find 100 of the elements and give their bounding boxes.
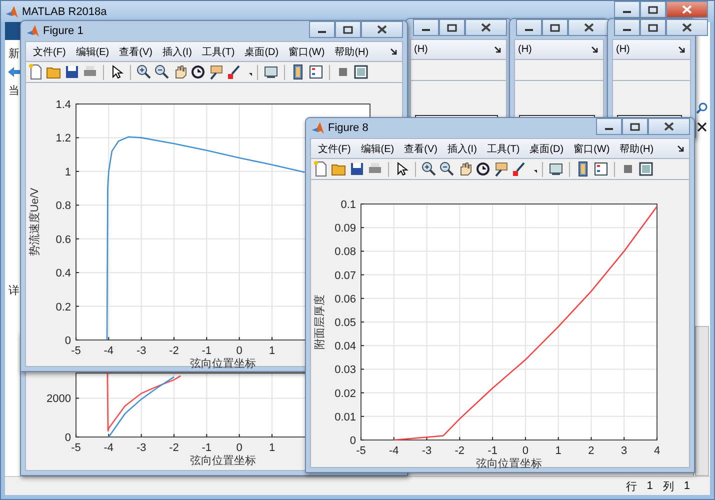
close-icon[interactable] [697, 122, 707, 132]
close-button[interactable] [465, 19, 507, 36]
minimize-button[interactable] [413, 19, 439, 36]
new-file-icon[interactable] [28, 64, 44, 80]
menu-item[interactable]: 窗口(W) [284, 44, 330, 58]
minimize-button[interactable] [614, 1, 640, 18]
window-icon[interactable] [638, 161, 654, 177]
tick-label: 0.8 [56, 200, 71, 212]
monitor-icon[interactable] [548, 161, 564, 177]
tick-label: 0 [64, 335, 71, 347]
menu-item[interactable]: 插入(I) [442, 142, 482, 156]
menu-item[interactable]: 桌面(D) [240, 44, 284, 58]
menu-item[interactable]: 查看(V) [114, 44, 158, 58]
data-cursor-icon[interactable] [493, 161, 509, 177]
tick-label: 0.1 [340, 199, 356, 211]
menu-item[interactable]: 帮助(H) [330, 44, 374, 58]
scrollbar[interactable] [695, 326, 709, 476]
menu-item[interactable]: 文件(F) [313, 142, 356, 156]
y-axis-label: 势流速度Ue/V [29, 188, 41, 256]
tick-label: -2 [169, 345, 179, 357]
tick-label: -1 [488, 445, 498, 457]
window-icon[interactable] [353, 64, 369, 80]
tick-label: 0 [64, 432, 71, 444]
close-button[interactable] [666, 19, 708, 36]
close-icon [682, 23, 692, 32]
legend-icon[interactable] [593, 161, 609, 177]
window-title: Figure 1 [43, 25, 84, 37]
menu-item[interactable]: 插入(I) [157, 44, 197, 58]
data-cursor-icon[interactable] [208, 64, 224, 80]
zoom-in-icon[interactable] [421, 161, 437, 177]
menu-item[interactable]: 帮助(H) [614, 142, 659, 156]
tick-label: 1.2 [56, 132, 71, 145]
tick-label: -1 [202, 345, 212, 357]
rotate-icon[interactable] [190, 64, 206, 80]
menu-overflow-icon[interactable] [591, 46, 599, 54]
maximize-button[interactable] [622, 118, 648, 135]
menu-item[interactable]: 工具(T) [482, 142, 525, 156]
menu-item[interactable]: (H) [517, 44, 537, 55]
minimize-button[interactable] [596, 118, 622, 135]
monitor-icon[interactable] [263, 64, 279, 80]
matlab-logo-icon [6, 6, 18, 18]
legend-icon[interactable] [308, 64, 324, 80]
tick-label: -1 [202, 442, 212, 454]
search-icon[interactable] [696, 102, 708, 114]
menu-item[interactable]: (H) [615, 44, 635, 55]
back-arrow-icon[interactable] [8, 67, 20, 77]
minimize-button[interactable] [516, 19, 542, 36]
maximize-button[interactable] [439, 19, 465, 36]
tick-label: 1 [64, 166, 71, 178]
minimize-button[interactable] [614, 19, 640, 36]
maximize-icon [343, 26, 353, 34]
zoom-in-icon[interactable] [136, 64, 152, 80]
tick-label: 1 [268, 442, 276, 454]
tick-label: 0.01 [334, 411, 356, 424]
menu-item[interactable]: (H) [413, 44, 433, 55]
tick-label: 0.02 [334, 388, 356, 400]
minimize-button[interactable] [309, 21, 335, 38]
maximize-button[interactable] [335, 21, 361, 38]
close-icon [377, 25, 387, 34]
menu-overflow-icon[interactable] [677, 144, 685, 152]
tick-label: -3 [136, 345, 146, 357]
tick-label: 0.6 [56, 234, 71, 246]
status-value: 1 [684, 480, 690, 492]
window-title: Figure 8 [328, 122, 368, 134]
close-button[interactable] [666, 1, 708, 18]
panel-label: 详 [8, 284, 20, 298]
close-button[interactable] [568, 19, 610, 36]
menu-overflow-icon[interactable] [678, 46, 686, 54]
brush-icon[interactable] [226, 64, 242, 80]
menu-overflow-icon[interactable] [494, 46, 502, 54]
menu-item[interactable]: 文件(F) [28, 44, 71, 58]
tick-label: 0.4 [56, 268, 71, 280]
tick-label: 4 [654, 445, 660, 457]
menu-item[interactable]: 查看(V) [399, 142, 442, 156]
close-button[interactable] [648, 118, 690, 135]
menu-item[interactable]: 工具(T) [196, 44, 240, 58]
rotate-icon[interactable] [475, 161, 491, 177]
menu-item[interactable]: 编辑(E) [356, 142, 400, 156]
menu-item[interactable]: 编辑(E) [70, 44, 114, 58]
tick-label: 2000 [46, 393, 71, 406]
maximize-button[interactable] [542, 19, 568, 36]
brush-icon[interactable] [511, 161, 527, 177]
new-file-icon[interactable] [313, 161, 329, 177]
menu-item[interactable]: 桌面(D) [524, 142, 569, 156]
close-button[interactable] [361, 21, 403, 38]
tick-label: 0.04 [334, 340, 356, 353]
tick-label: 3 [621, 445, 628, 457]
zoom-out-icon[interactable] [439, 161, 455, 177]
tick-label: 1 [268, 345, 276, 357]
close-icon [584, 23, 594, 32]
matlab-logo-icon [312, 122, 324, 134]
menu-item[interactable]: 窗口(W) [568, 142, 615, 156]
menu-overflow-icon[interactable] [390, 48, 398, 56]
maximize-icon [550, 24, 560, 32]
tick-label: -3 [136, 442, 146, 454]
tick-label: 0 [236, 442, 242, 454]
maximize-button[interactable] [640, 19, 666, 36]
x-axis-label: 弦向位置坐标 [190, 358, 256, 370]
zoom-out-icon[interactable] [154, 64, 170, 80]
maximize-button[interactable] [640, 1, 666, 18]
